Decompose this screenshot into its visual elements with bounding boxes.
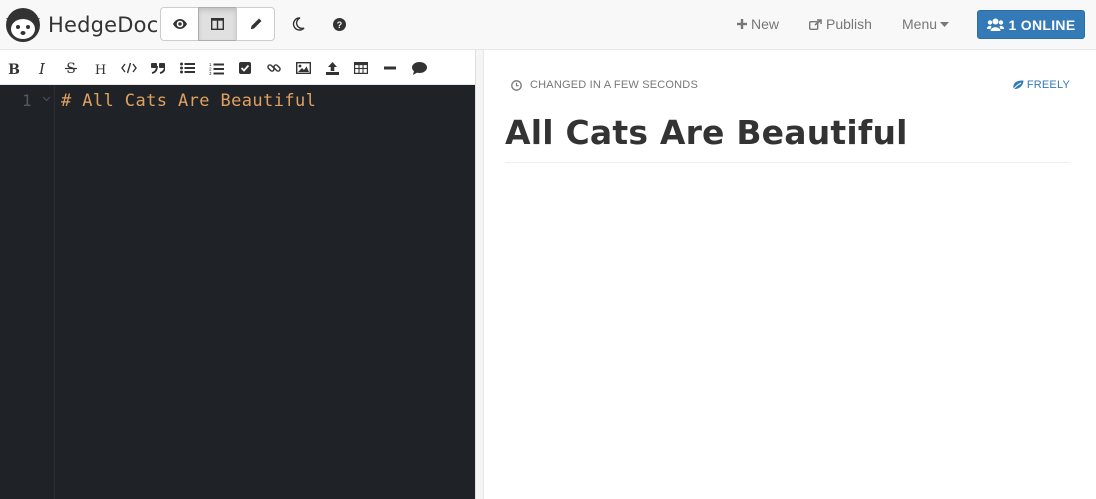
editor-toolbar: B I S H 123 <box>0 50 475 85</box>
pencil-icon <box>250 18 261 30</box>
comment-icon <box>411 61 427 75</box>
italic-icon: I <box>38 62 46 75</box>
online-users-button[interactable]: 1 ONLINE <box>977 10 1085 39</box>
changed-text: CHANGED IN A FEW SECONDS <box>530 79 698 91</box>
check-square-icon <box>239 62 251 74</box>
list-ol-icon: 123 <box>209 62 224 75</box>
new-label: New <box>751 16 780 32</box>
plus-icon <box>737 19 747 29</box>
publish-link[interactable]: Publish <box>809 16 872 32</box>
minus-icon <box>384 66 396 70</box>
horizontal-rule-button[interactable] <box>380 58 400 78</box>
quote-icon <box>151 63 165 74</box>
users-icon <box>986 18 1004 31</box>
caret-down-icon <box>940 21 950 27</box>
table-icon <box>354 62 368 74</box>
top-navbar: HedgeDoc ? New Publish Menu 1 ONLINE <box>0 0 1096 50</box>
brand-name: HedgeDoc <box>48 13 159 37</box>
fold-chevron-icon[interactable] <box>42 96 51 102</box>
view-mode-toggle <box>160 7 275 41</box>
italic-button[interactable]: I <box>32 58 52 78</box>
svg-text:H: H <box>94 63 105 75</box>
markdown-editor[interactable]: 1 # All Cats Are Beautiful <box>0 85 475 499</box>
eye-icon <box>172 19 187 29</box>
line-gutter: 1 <box>0 85 55 499</box>
permission-link[interactable]: FREELY <box>1011 79 1070 91</box>
online-count-label: 1 ONLINE <box>1008 16 1076 33</box>
svg-text:B: B <box>8 62 20 75</box>
svg-text:3: 3 <box>209 71 212 75</box>
new-note-link[interactable]: New <box>737 16 779 32</box>
night-mode-button[interactable] <box>281 7 315 41</box>
image-button[interactable] <box>293 58 313 78</box>
help-button[interactable]: ? <box>322 7 356 41</box>
image-icon <box>295 62 311 74</box>
columns-icon <box>211 18 224 30</box>
unordered-list-button[interactable] <box>177 58 197 78</box>
svg-text:?: ? <box>336 20 342 30</box>
code-button[interactable] <box>119 58 139 78</box>
strikethrough-button[interactable]: S <box>61 58 81 78</box>
brand-link[interactable]: HedgeDoc <box>5 6 158 44</box>
question-circle-icon: ? <box>332 17 346 31</box>
bold-button[interactable]: B <box>4 58 24 78</box>
publish-label: Publish <box>826 16 872 32</box>
share-icon <box>809 18 822 30</box>
last-changed-info: CHANGED IN A FEW SECONDS <box>511 79 698 91</box>
document-title: All Cats Are Beautiful <box>505 113 908 152</box>
view-mode-button[interactable] <box>160 7 199 41</box>
upload-icon <box>325 61 339 75</box>
edit-mode-button[interactable] <box>236 7 275 41</box>
quote-button[interactable] <box>148 58 168 78</box>
list-ul-icon <box>179 62 195 74</box>
header-icon: H <box>94 63 105 75</box>
strikethrough-icon: S <box>65 61 77 75</box>
editor-code-line[interactable]: # All Cats Are Beautiful <box>61 91 316 111</box>
comment-button[interactable] <box>409 58 429 78</box>
link-icon <box>267 64 281 72</box>
moon-icon <box>292 17 305 31</box>
menu-dropdown[interactable]: Menu <box>902 16 950 32</box>
bold-icon: B <box>8 62 20 75</box>
clock-icon <box>511 79 522 91</box>
leaf-icon <box>1011 79 1024 91</box>
line-number: 1 <box>22 91 32 110</box>
menu-label: Menu <box>902 16 938 32</box>
split-divider[interactable] <box>475 50 484 499</box>
checklist-button[interactable] <box>235 58 255 78</box>
permission-text: FREELY <box>1026 79 1070 91</box>
code-icon <box>121 62 137 74</box>
hedgehog-logo-icon <box>6 8 40 42</box>
svg-text:I: I <box>38 62 46 75</box>
upload-button[interactable] <box>322 58 342 78</box>
link-button[interactable] <box>264 58 284 78</box>
table-button[interactable] <box>351 58 371 78</box>
markdown-preview: CHANGED IN A FEW SECONDS FREELY All Cats… <box>484 50 1096 499</box>
title-underline <box>505 162 1070 163</box>
both-mode-button[interactable] <box>198 7 237 41</box>
ordered-list-button[interactable]: 123 <box>206 58 226 78</box>
header-button[interactable]: H <box>90 58 110 78</box>
